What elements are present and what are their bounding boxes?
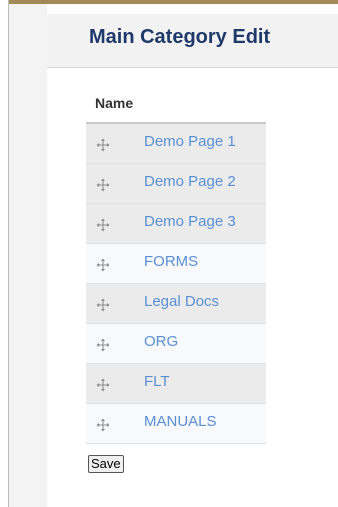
category-link[interactable]: Demo Page 1	[144, 133, 236, 150]
drag-handle-icon[interactable]	[96, 218, 110, 232]
page-header: Main Category Edit	[47, 14, 338, 68]
drag-handle-icon[interactable]	[96, 258, 110, 272]
category-row[interactable]: Demo Page 2	[86, 164, 266, 204]
category-row[interactable]: Legal Docs	[86, 284, 266, 324]
category-link[interactable]: Demo Page 2	[144, 173, 236, 190]
top-accent-bar	[9, 0, 338, 4]
category-row[interactable]: ORG	[86, 324, 266, 364]
left-panel	[9, 0, 47, 507]
drag-handle-icon[interactable]	[96, 418, 110, 432]
drag-handle-icon[interactable]	[96, 338, 110, 352]
category-row[interactable]: FLT	[86, 364, 266, 404]
category-link[interactable]: Legal Docs	[144, 293, 219, 310]
category-list: Demo Page 1 Demo Page 2 Demo Page 3 FORM…	[86, 122, 266, 444]
drag-handle-icon[interactable]	[96, 178, 110, 192]
page-title: Main Category Edit	[89, 26, 271, 48]
category-link[interactable]: Demo Page 3	[144, 213, 236, 230]
category-link[interactable]: FLT	[144, 373, 170, 390]
category-link[interactable]: ORG	[144, 333, 178, 350]
drag-handle-icon[interactable]	[96, 298, 110, 312]
category-link[interactable]: FORMS	[144, 253, 198, 270]
name-column-header: Name	[95, 95, 134, 111]
drag-handle-icon[interactable]	[96, 378, 110, 392]
category-row[interactable]: Demo Page 1	[86, 124, 266, 164]
save-button[interactable]: Save	[88, 455, 124, 473]
category-row[interactable]: Demo Page 3	[86, 204, 266, 244]
category-row[interactable]: MANUALS	[86, 404, 266, 444]
category-row[interactable]: FORMS	[86, 244, 266, 284]
category-link[interactable]: MANUALS	[144, 413, 217, 430]
drag-handle-icon[interactable]	[96, 138, 110, 152]
